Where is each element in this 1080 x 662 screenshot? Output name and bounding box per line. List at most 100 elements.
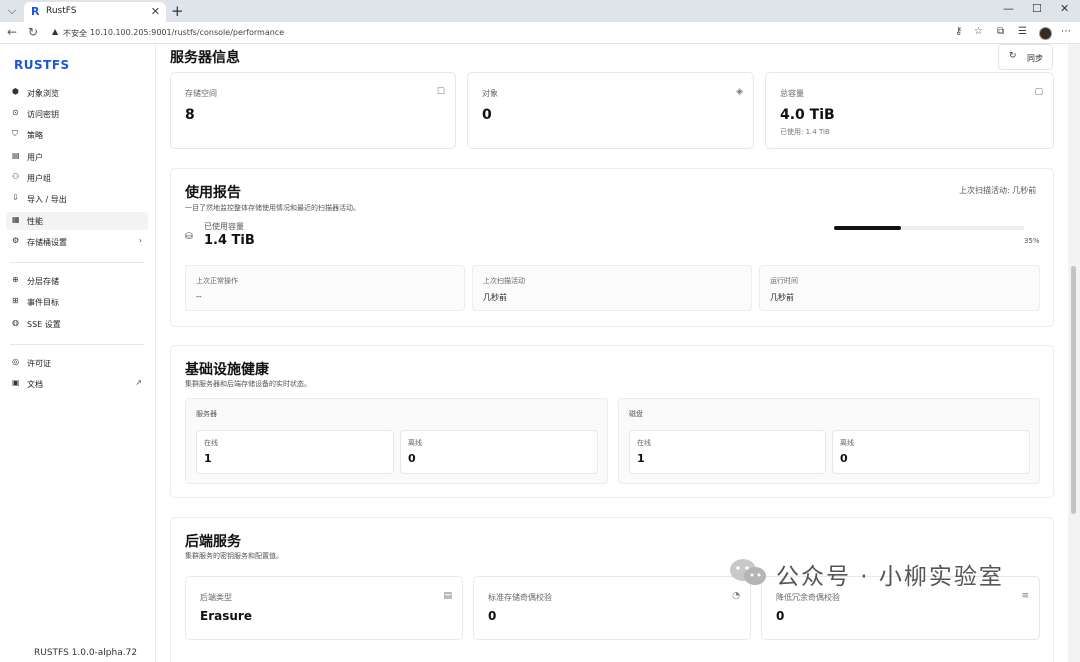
sidebar-item-users[interactable]: ▤ 用户	[6, 148, 148, 166]
backend-services-subtitle: 集群服务的密钥服务和配置值。	[185, 552, 283, 560]
rustfs-logo[interactable]: RUSTFS	[14, 58, 70, 72]
sidebar-item-import-export[interactable]: ⇩ 导入 / 导出	[6, 190, 148, 208]
card-label: 总容量	[780, 89, 804, 98]
standard-parity-card: 标准存储奇偶校验 ◔ 0	[473, 576, 751, 640]
sidebar: RUSTFS ⬢ 对象浏览 ⊙ 访问密钥 ⛉ 策略 ▤ 用户 ⚇ 用户组 ⇩ 导…	[0, 44, 156, 662]
users-icon: ⚇	[12, 172, 20, 181]
profile-avatar[interactable]	[1039, 27, 1052, 40]
stat-value: 1	[637, 452, 645, 465]
refresh-icon: ↻	[1009, 51, 1017, 61]
card-value: 0	[488, 609, 497, 623]
back-arrow-icon[interactable]: ←	[7, 25, 17, 39]
security-status[interactable]: 不安全	[63, 28, 87, 39]
settings-icon: ⚙	[12, 236, 20, 245]
card-value: 8	[185, 107, 195, 123]
sidebar-item-license[interactable]: ◎ 许可证	[6, 354, 148, 372]
scrollbar-thumb[interactable]	[1071, 266, 1076, 514]
sidebar-item-docs[interactable]: ▣ 文档 ↗	[6, 375, 148, 393]
browser-address-bar: ← ↻ ▲ 不安全 10.10.100.205:9001/rustfs/cons…	[0, 22, 1080, 44]
server-icon: ▤	[443, 591, 452, 601]
sidebar-item-access-keys[interactable]: ⊙ 访问密钥	[6, 105, 148, 123]
sync-button[interactable]: ↻ 同步	[998, 44, 1053, 70]
infra-health-title: 基础设施健康	[185, 362, 269, 378]
sidebar-item-label: 存储桶设置	[27, 238, 67, 247]
sidebar-item-label: 对象浏览	[27, 89, 59, 98]
stat-value: 几秒前	[770, 293, 794, 302]
card-label: 降低冗余奇偶校验	[776, 593, 840, 602]
card-value: 0	[482, 107, 492, 123]
tab-list-chevron-icon[interactable]: ⌵	[4, 3, 20, 19]
minimize-window-icon[interactable]: —	[1003, 2, 1014, 15]
sidebar-item-label: 用户	[27, 153, 43, 162]
usage-progress-bar	[834, 226, 1024, 230]
stat-label: 上次扫描活动	[483, 277, 525, 285]
infra-health-subtitle: 集群服务器和后端存储设备的实时状态。	[185, 380, 311, 388]
used-capacity-value: 1.4 TiB	[204, 233, 255, 248]
disk-icon: ▢	[1034, 87, 1043, 97]
download-icon: ⇩	[12, 193, 19, 202]
rustfs-favicon-icon: R	[31, 5, 40, 18]
cube-icon: ⬢	[12, 87, 19, 96]
used-capacity-label: 已使用容量	[204, 222, 244, 231]
sync-button-label: 同步	[1027, 54, 1043, 63]
browser-tabbar: ⌵ R RustFS ✕ + — ☐ ✕	[0, 0, 1080, 22]
capacity-used-note: 已使用: 1.4 TiB	[780, 128, 830, 136]
tab-title: RustFS	[46, 6, 77, 16]
new-tab-plus-icon[interactable]: +	[171, 2, 184, 20]
card-value: 0	[776, 609, 785, 623]
favorites-bar-icon[interactable]: ☰	[1018, 26, 1027, 37]
sidebar-item-event-targets[interactable]: ⊞ 事件目标	[6, 293, 148, 311]
sidebar-item-label: 导入 / 导出	[27, 195, 67, 204]
lock-icon: ◍	[12, 318, 19, 327]
maximize-window-icon[interactable]: ☐	[1032, 2, 1042, 15]
layers-icon: ⊕	[12, 275, 19, 284]
sidebar-item-bucket-settings[interactable]: ⚙ 存储桶设置 ›	[6, 233, 148, 251]
database-icon: ⛁	[185, 232, 193, 242]
disks-online: 在线 1	[629, 430, 826, 474]
stat-label: 在线	[204, 439, 218, 447]
sidebar-item-label: 性能	[27, 217, 43, 226]
reload-icon[interactable]: ↻	[28, 25, 38, 39]
server-health-group: 服务器 在线 1 离线 0	[185, 398, 608, 484]
browser-tab-rustfs[interactable]: R RustFS ✕	[24, 2, 166, 22]
sidebar-item-label: 策略	[27, 131, 43, 140]
chart-icon: ▦	[12, 215, 20, 224]
url-input[interactable]: 10.10.100.205:9001/rustfs/console/perfor…	[90, 28, 284, 37]
warning-triangle-icon[interactable]: ▲	[52, 27, 58, 36]
more-menu-icon[interactable]: ⋯	[1061, 26, 1071, 37]
wechat-logo-icon	[730, 559, 766, 585]
server-info-title: 服务器信息	[170, 50, 240, 66]
wechat-watermark: 公众号 · 小柳实验室	[728, 553, 1058, 593]
backend-services-title: 后端服务	[185, 534, 241, 550]
sidebar-item-performance[interactable]: ▦ 性能	[6, 212, 148, 230]
page-scrollbar[interactable]	[1068, 44, 1080, 662]
card-label: 对象	[482, 89, 498, 98]
close-tab-icon[interactable]: ✕	[151, 5, 160, 18]
license-icon: ◎	[12, 357, 19, 366]
stat-uptime: 运行时间 几秒前	[759, 265, 1040, 311]
extensions-icon[interactable]: ⧉	[997, 26, 1004, 37]
sidebar-item-policies[interactable]: ⛉ 策略	[6, 126, 148, 144]
close-window-icon[interactable]: ✕	[1060, 2, 1069, 15]
key-icon[interactable]: ⚷	[955, 26, 962, 37]
key-icon: ⊙	[12, 108, 19, 117]
sidebar-item-label: 许可证	[27, 359, 51, 368]
usage-progress-fill	[834, 226, 901, 230]
favorite-star-icon[interactable]: ☆	[974, 26, 983, 37]
stat-last-scan: 上次扫描活动 几秒前	[472, 265, 752, 311]
sidebar-item-groups[interactable]: ⚇ 用户组	[6, 169, 148, 187]
app-version: RUSTFS 1.0.0-alpha.72	[34, 648, 138, 658]
stat-label: 在线	[637, 439, 651, 447]
usage-report-title: 使用报告	[185, 185, 241, 201]
layers-icon: ◈	[736, 87, 743, 97]
stat-value: 1	[204, 452, 212, 465]
card-label: 存储空间	[185, 89, 217, 98]
stat-value: 0	[408, 452, 416, 465]
backend-type-card: 后端类型 ▤ Erasure	[185, 576, 463, 640]
sidebar-divider	[10, 262, 144, 263]
sidebar-item-object-browser[interactable]: ⬢ 对象浏览	[6, 84, 148, 102]
card-label: 后端类型	[200, 593, 232, 602]
sidebar-item-tiering[interactable]: ⊕ 分层存储	[6, 272, 148, 290]
group-label: 磁盘	[629, 410, 643, 418]
sidebar-item-sse-settings[interactable]: ◍ SSE 设置	[6, 315, 148, 333]
